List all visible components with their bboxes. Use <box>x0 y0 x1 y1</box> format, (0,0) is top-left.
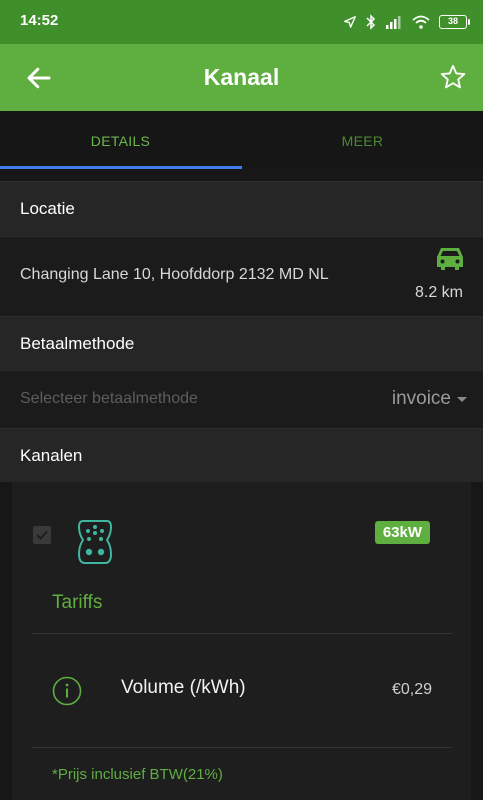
signal-icon <box>386 16 401 29</box>
location-row[interactable]: Changing Lane 10, Hoofddorp 2132 MD NL 8… <box>0 236 483 316</box>
chevron-down-icon <box>457 396 467 402</box>
status-time: 14:52 <box>20 12 59 29</box>
channels-header: Kanalen <box>0 428 483 482</box>
tariff-price: €0,29 <box>391 681 432 698</box>
divider <box>32 633 452 634</box>
location-header-label: Locatie <box>20 199 75 218</box>
vat-note: *Prijs inclusief BTW(21%) <box>52 766 223 783</box>
bluetooth-icon <box>366 14 376 30</box>
location-arrow-icon <box>344 16 356 28</box>
tab-bar: DETAILS MEER <box>0 111 483 170</box>
channel-checkbox[interactable] <box>33 526 51 544</box>
location-address: Changing Lane 10, Hoofddorp 2132 MD NL <box>20 266 329 283</box>
location-header: Locatie <box>0 181 483 236</box>
star-outline-icon[interactable] <box>439 63 467 91</box>
app-bar: Kanaal <box>0 44 483 111</box>
tab-details[interactable]: DETAILS <box>0 111 241 170</box>
ev-connector-icon <box>77 520 113 564</box>
info-icon[interactable] <box>52 676 82 706</box>
payment-row: Selecteer betaalmethode invoice <box>0 370 483 428</box>
divider <box>32 747 452 748</box>
power-badge: 63kW <box>374 521 430 544</box>
payment-method-value: invoice <box>391 388 451 409</box>
payment-method-select[interactable]: invoice <box>392 388 467 410</box>
page-title: Kanaal <box>203 64 280 90</box>
location-distance: 8.2 km <box>414 284 463 301</box>
status-icons: 38 <box>343 12 470 32</box>
tariffs-title: Tariffs <box>52 592 103 613</box>
tab-meer[interactable]: MEER <box>242 111 483 170</box>
channels-area: 63kW Tariffs Volume (/kWh) €0,29 *Prijs … <box>0 482 483 800</box>
channels-header-label: Kanalen <box>20 445 83 465</box>
status-bar: 14:52 38 <box>0 0 483 44</box>
payment-method-placeholder: Selecteer betaalmethode <box>20 390 198 407</box>
tariff-label: Volume (/kWh) <box>121 677 246 698</box>
payment-header-label: Betaalmethode <box>20 333 135 353</box>
tab-indicator <box>0 166 242 169</box>
channel-card: 63kW Tariffs Volume (/kWh) €0,29 *Prijs … <box>12 482 471 800</box>
payment-header: Betaalmethode <box>0 316 483 370</box>
battery-icon: 38 <box>439 15 470 29</box>
car-icon[interactable] <box>435 245 465 271</box>
wifi-icon <box>412 15 430 29</box>
check-icon <box>36 530 48 540</box>
